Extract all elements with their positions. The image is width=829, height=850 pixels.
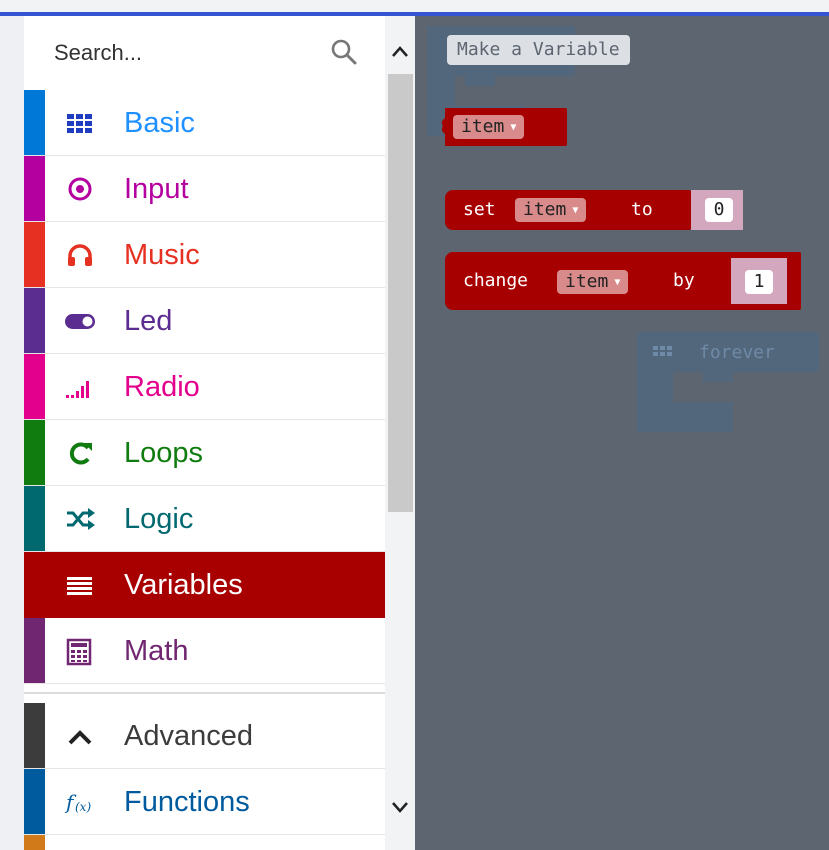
left-edge-strip: [0, 16, 24, 850]
category-radio[interactable]: Radio: [24, 354, 385, 420]
toggle-icon: [65, 314, 95, 329]
scroll-up-icon[interactable]: [390, 44, 410, 58]
function-icon: f (x): [64, 790, 91, 814]
category-label: Radio: [124, 371, 200, 403]
dropdown-caret-icon: ▼: [510, 122, 517, 133]
toolbox: Basic Input Music Led: [24, 16, 385, 850]
value-input[interactable]: 1: [745, 270, 773, 294]
category-color-bar: [24, 618, 45, 683]
advanced-separator: [24, 692, 385, 694]
change-variable-block[interactable]: change item ▼ by 1: [445, 252, 801, 310]
category-label: Variables: [124, 569, 243, 601]
variable-name: item: [461, 116, 505, 137]
set-variable-block[interactable]: set item ▼ to 0: [445, 190, 743, 230]
blocks-workspace[interactable]: Make a Variable item ▼ set item ▼ to 0 cha…: [415, 16, 829, 850]
change-keyword: change: [463, 270, 529, 291]
category-label: Functions: [124, 786, 250, 818]
category-loops[interactable]: Loops: [24, 420, 385, 486]
dropdown-caret-icon: ▼: [572, 205, 579, 216]
category-label: Led: [124, 305, 173, 337]
search-icon[interactable]: [330, 38, 358, 66]
category-color-bar: [24, 769, 45, 834]
category-color-bar: [24, 156, 45, 221]
category-label: Advanced: [124, 720, 253, 752]
category-next-partial[interactable]: [24, 835, 385, 850]
variable-name: item: [565, 271, 609, 292]
category-math[interactable]: Math: [24, 618, 385, 684]
category-label: Math: [124, 635, 189, 667]
variable-reporter-block[interactable]: item ▼: [441, 108, 567, 146]
category-logic[interactable]: Logic: [24, 486, 385, 552]
list-icon: [67, 577, 92, 595]
to-keyword: to: [631, 199, 653, 220]
make-variable-button[interactable]: Make a Variable: [447, 35, 630, 65]
variable-dropdown[interactable]: item ▼: [515, 198, 587, 222]
signal-bars-icon: [66, 381, 89, 398]
refresh-icon: [69, 442, 92, 465]
category-label: Loops: [124, 437, 204, 469]
variable-name: item: [523, 199, 567, 220]
grid-icon: [67, 114, 92, 133]
category-color-bar: [24, 835, 45, 850]
category-label: Logic: [124, 503, 194, 535]
dropdown-caret-icon: ▼: [614, 277, 621, 288]
category-advanced[interactable]: Advanced: [24, 703, 385, 769]
category-color-bar: [24, 288, 45, 353]
category-label: Input: [124, 173, 189, 205]
category-input[interactable]: Input: [24, 156, 385, 222]
chevron-up-icon: [68, 730, 92, 745]
search-box: [24, 16, 385, 90]
svg-text:(x): (x): [75, 800, 91, 814]
target-icon: [68, 177, 92, 201]
scrollbar-thumb[interactable]: [388, 74, 413, 512]
scroll-down-icon[interactable]: [390, 800, 410, 814]
category-color-bar: [24, 703, 45, 768]
value-input[interactable]: 0: [705, 198, 733, 222]
category-variables[interactable]: Variables: [24, 552, 385, 618]
category-color-bar: [24, 354, 45, 419]
category-led[interactable]: Led: [24, 288, 385, 354]
variable-dropdown[interactable]: item ▼: [557, 270, 629, 294]
headphones-icon: [68, 244, 92, 266]
category-label: Music: [124, 239, 200, 271]
calculator-icon: [66, 638, 92, 666]
category-color-bar: [24, 486, 45, 551]
category-color-bar: [24, 552, 45, 618]
block-notch-icon: [441, 116, 449, 136]
category-basic[interactable]: Basic: [24, 90, 385, 156]
by-keyword: by: [673, 270, 695, 291]
category-color-bar: [24, 90, 45, 155]
ghost-forever-block: forever: [633, 332, 819, 432]
category-color-bar: [24, 222, 45, 287]
shuffle-icon: [67, 508, 95, 530]
ghost-forever-label: forever: [699, 342, 775, 363]
category-functions[interactable]: f (x) Functions: [24, 769, 385, 835]
set-keyword: set: [463, 199, 496, 220]
variable-dropdown[interactable]: item ▼: [453, 115, 525, 139]
category-label: Basic: [124, 107, 195, 139]
category-music[interactable]: Music: [24, 222, 385, 288]
category-color-bar: [24, 420, 45, 485]
